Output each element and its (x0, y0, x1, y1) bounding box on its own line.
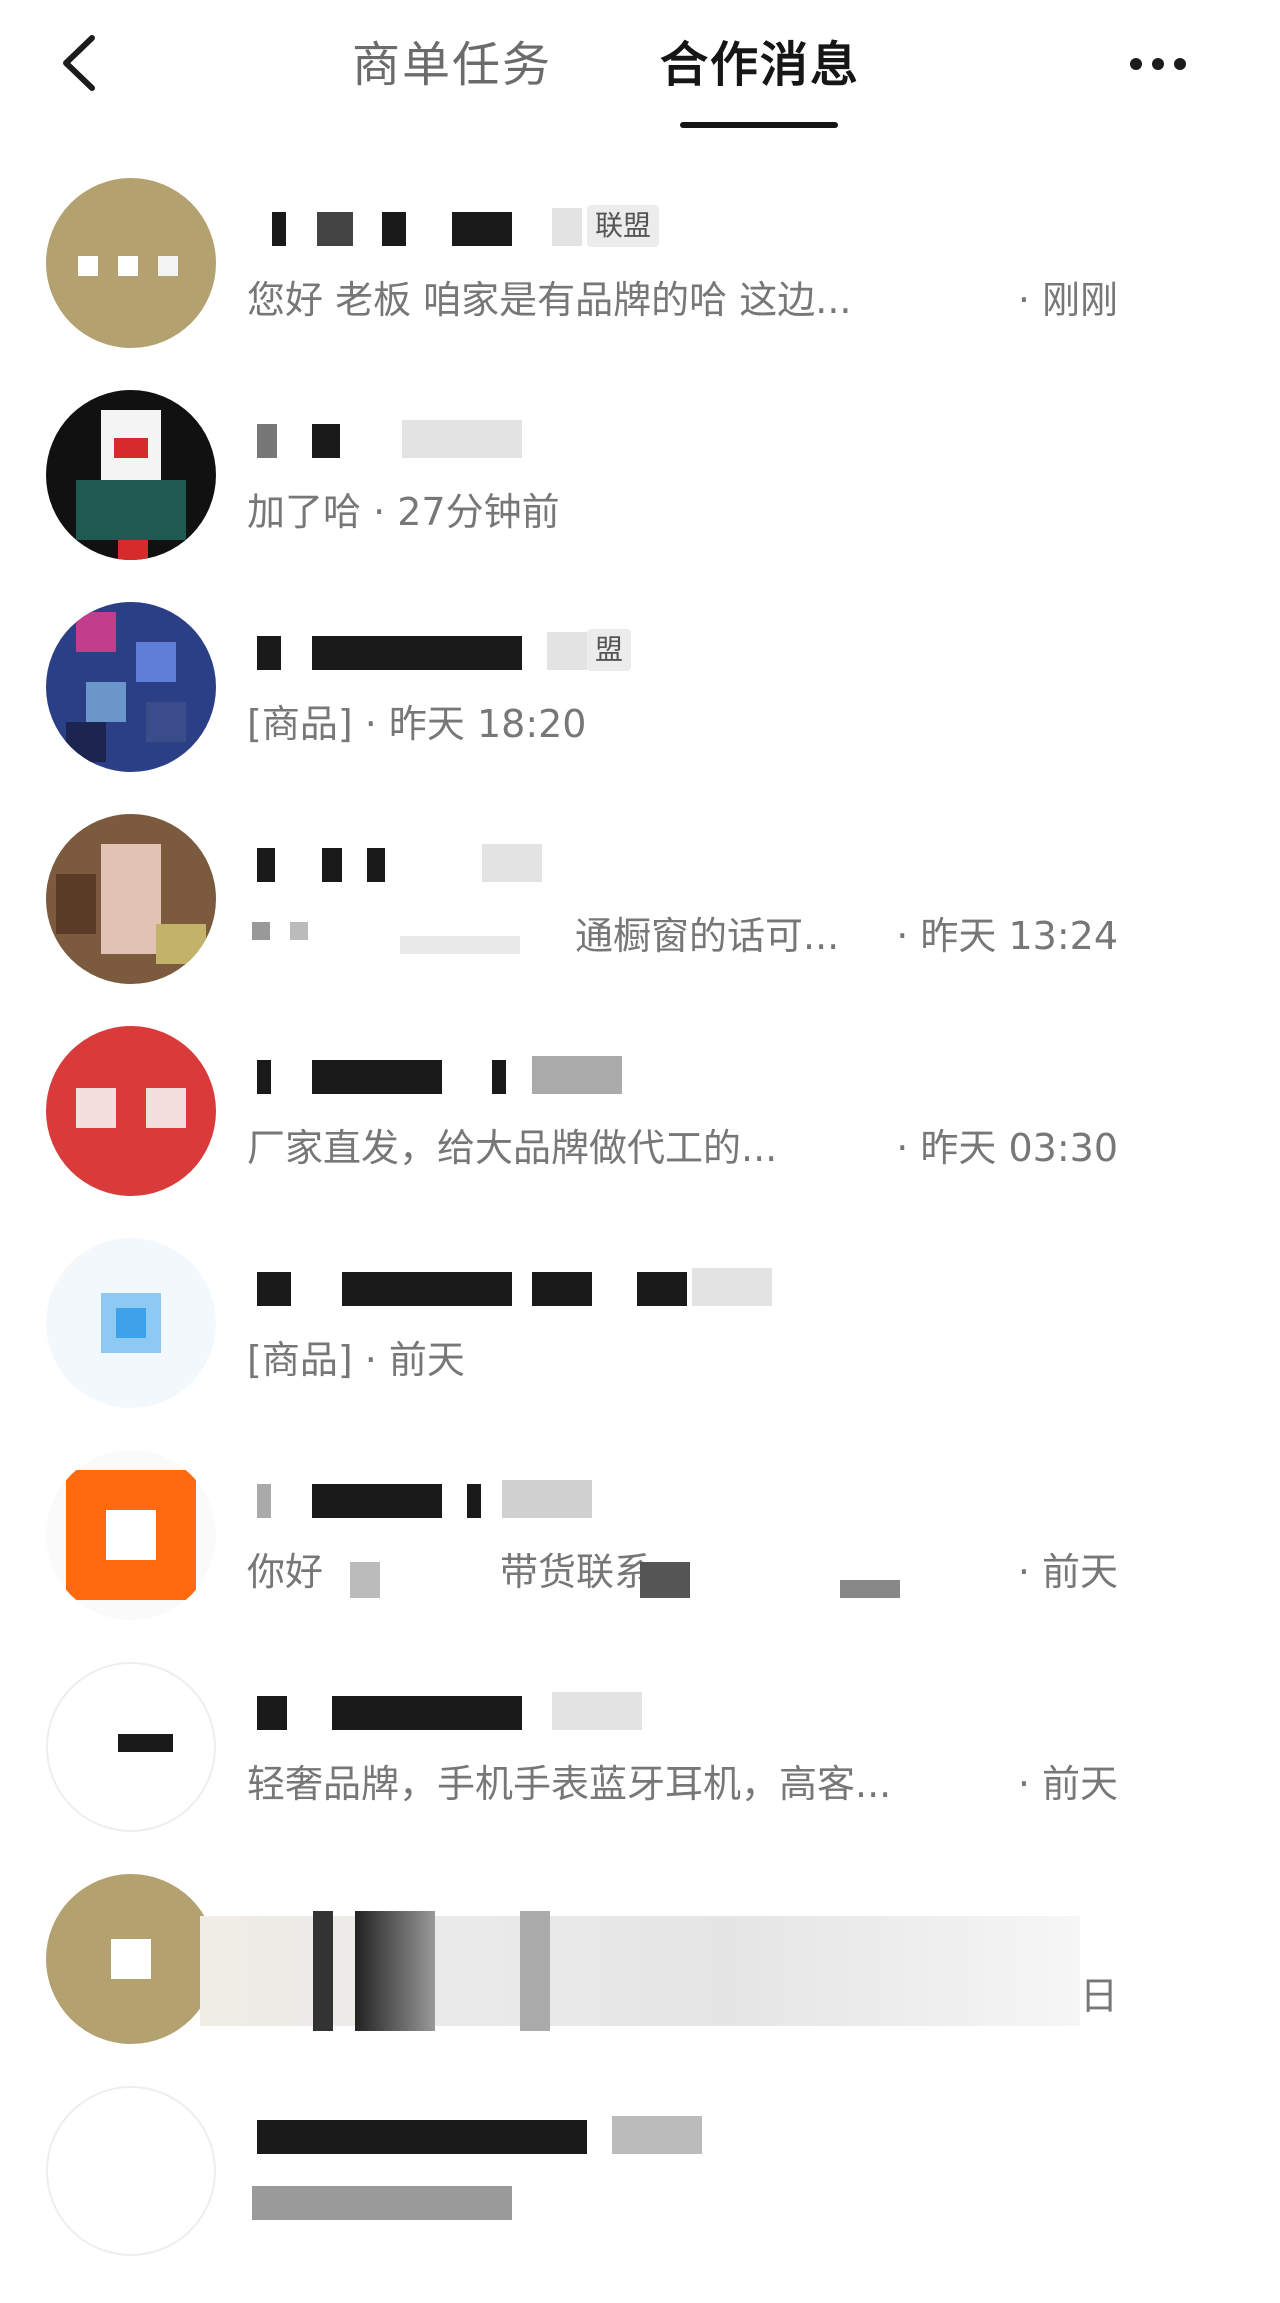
more-dot-icon (1152, 58, 1164, 70)
message-preview-part: 带货联系 (500, 1550, 653, 1594)
message-preview: 厂家直发，给大品牌做代工的... (247, 1126, 778, 1170)
avatar[interactable] (46, 1662, 216, 1832)
contact-name-redacted (252, 1472, 952, 1532)
message-preview: 轻奢品牌，手机手表蓝牙耳机，高客... (247, 1762, 892, 1806)
more-dot-icon (1130, 58, 1142, 70)
more-menu-button[interactable] (1130, 50, 1200, 78)
message-item[interactable]: 厂家直发，给大品牌做代工的... · 昨天 03:30 (0, 1008, 1280, 1220)
active-tab-indicator (680, 122, 838, 128)
top-nav-bar: 商单任务 合作消息 (0, 0, 1280, 130)
avatar[interactable] (46, 1450, 216, 1620)
message-preview: 通橱窗的话可... (575, 914, 840, 958)
contact-name-redacted (252, 1260, 952, 1320)
chevron-left-icon (63, 35, 95, 91)
avatar[interactable] (46, 390, 216, 560)
message-item[interactable]: 加了哈 · 27分钟前 (0, 372, 1280, 584)
message-item[interactable]: 联盟 您好 老板 咱家是有品牌的哈 这边... · 刚刚 (0, 160, 1280, 372)
message-item[interactable]: 你好 带货联系 · 前天 (0, 1432, 1280, 1644)
avatar[interactable] (46, 1026, 216, 1196)
avatar[interactable] (46, 178, 216, 348)
message-preview: [商品] · 昨天 18:20 (247, 702, 587, 746)
contact-name-redacted (252, 1684, 952, 1744)
contact-name-redacted (252, 836, 952, 896)
message-preview: 你好 (247, 1550, 324, 1594)
back-button[interactable] (50, 28, 110, 98)
message-item[interactable] (0, 2068, 1280, 2280)
merchant-tag: 联盟 (587, 205, 660, 247)
tab-cooperation-messages[interactable]: 合作消息 (660, 30, 860, 100)
avatar[interactable] (46, 1238, 216, 1408)
message-item[interactable]: 日 (0, 1856, 1280, 2068)
contact-name-redacted (252, 1048, 952, 1108)
message-item[interactable]: 通橱窗的话可... · 昨天 13:24 (0, 796, 1280, 1008)
more-dot-icon (1174, 58, 1186, 70)
contact-name-redacted (252, 2108, 952, 2168)
merchant-tag: 盟 (587, 629, 632, 671)
message-preview: 加了哈 · 27分钟前 (247, 490, 560, 534)
contact-name-redacted: 盟 (252, 624, 952, 684)
message-item[interactable]: [商品] · 前天 (0, 1220, 1280, 1432)
message-time: · 刚刚 (1017, 278, 1118, 322)
avatar[interactable] (46, 1874, 216, 2044)
avatar[interactable] (46, 814, 216, 984)
contact-name-redacted (252, 412, 952, 472)
message-item[interactable]: 轻奢品牌，手机手表蓝牙耳机，高客... · 前天 (0, 1644, 1280, 1856)
message-time: · 昨天 03:30 (896, 1126, 1118, 1170)
message-time: 日 (1079, 1974, 1118, 2018)
tab-business-tasks[interactable]: 商单任务 (352, 30, 552, 100)
contact-name-redacted: 联盟 (252, 200, 952, 260)
message-list: 联盟 您好 老板 咱家是有品牌的哈 这边... · 刚刚 加了哈 · 27分钟前 (0, 160, 1280, 2280)
message-preview: 您好 老板 咱家是有品牌的哈 这边... (247, 278, 852, 322)
avatar[interactable] (46, 602, 216, 772)
message-time: · 前天 (1017, 1550, 1118, 1594)
message-time: · 前天 (1017, 1762, 1118, 1806)
avatar[interactable] (46, 2086, 216, 2256)
message-item[interactable]: 盟 [商品] · 昨天 18:20 (0, 584, 1280, 796)
message-time: · 昨天 13:24 (896, 914, 1118, 958)
message-preview: [商品] · 前天 (247, 1338, 465, 1382)
